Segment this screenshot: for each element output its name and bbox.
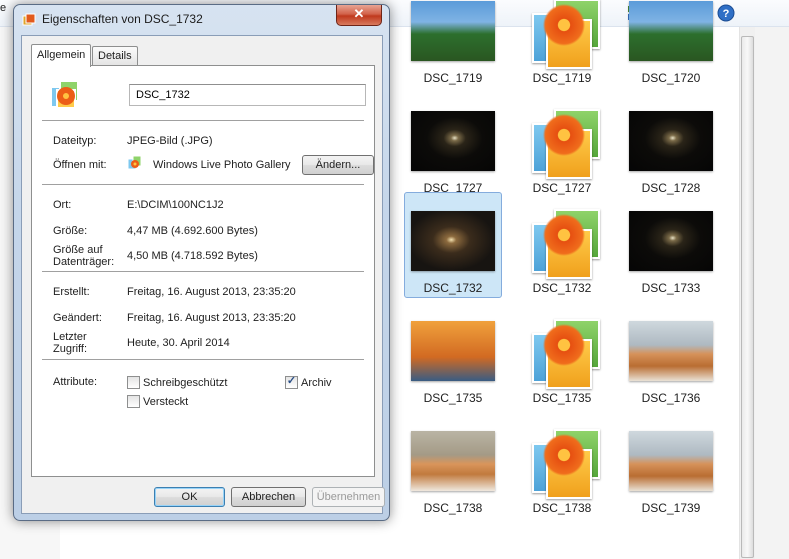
location-value: E:\DCIM\100NC1J2	[127, 199, 224, 211]
file-thumbnail	[629, 211, 713, 271]
check-icon: ✓	[286, 375, 297, 387]
photo-file-icon	[22, 13, 36, 26]
last-access-label-line1: Letzter	[53, 331, 87, 343]
separator	[42, 359, 364, 360]
archive-label: Archiv	[301, 377, 332, 389]
file-label: DSC_1733	[641, 281, 701, 295]
vertical-scrollbar-thumb[interactable]	[741, 36, 754, 558]
file-label: DSC_1720	[641, 71, 701, 85]
filetype-label: Dateityp:	[53, 135, 97, 147]
svg-text:?: ?	[723, 8, 730, 20]
archive-checkbox[interactable]: ✓	[285, 375, 298, 389]
file-thumbnail	[411, 1, 495, 61]
hidden-checkbox[interactable]	[127, 395, 140, 408]
photo-gallery-file-icon	[526, 0, 600, 69]
created-value: Freitag, 16. August 2013, 23:35:20	[127, 286, 296, 298]
file-item[interactable]: DSC_1738	[513, 412, 611, 518]
toolbar-text-stub: e	[0, 2, 7, 14]
file-thumbnail	[629, 1, 713, 61]
tab-details[interactable]: Details	[92, 46, 138, 66]
readonly-checkbox[interactable]	[127, 376, 140, 389]
file-item[interactable]: DSC_1728	[622, 92, 720, 198]
readonly-label: Schreibgeschützt	[143, 377, 228, 389]
location-label: Ort:	[53, 199, 72, 211]
general-tab-panel: Dateityp: JPEG-Bild (.JPG) Öffnen mit: W…	[31, 65, 375, 477]
photo-gallery-app-icon	[127, 155, 142, 170]
file-item[interactable]: DSC_1739	[622, 412, 720, 518]
file-thumbnail	[629, 431, 713, 491]
file-thumbnail	[629, 321, 713, 381]
modified-value: Freitag, 16. August 2013, 23:35:20	[127, 312, 296, 324]
attributes-label: Attribute:	[53, 376, 98, 388]
modified-label: Geändert:	[53, 312, 102, 324]
last-access-value: Heute, 30. April 2014	[127, 337, 230, 349]
properties-dialog: Eigenschaften von DSC_1732 ✕ Allgemein D…	[13, 4, 390, 521]
last-access-label-line2: Zugriff:	[53, 343, 88, 355]
file-thumbnail	[411, 211, 495, 271]
apply-button[interactable]: Übernehmen	[312, 487, 385, 507]
file-label: DSC_1719	[423, 71, 483, 85]
size-value: 4,47 MB (4.692.600 Bytes)	[127, 225, 258, 237]
file-item[interactable]: DSC_1738	[404, 412, 502, 518]
file-label: DSC_1732	[532, 281, 592, 295]
file-item[interactable]: DSC_1732	[513, 192, 611, 298]
file-label: DSC_1738	[423, 501, 483, 515]
file-thumbnail	[629, 111, 713, 171]
change-program-button[interactable]: Ändern...	[302, 155, 374, 175]
tab-allgemein[interactable]: Allgemein	[31, 44, 92, 67]
photo-gallery-file-icon	[526, 313, 600, 389]
photo-gallery-file-icon	[50, 80, 79, 109]
cancel-button[interactable]: Abbrechen	[231, 487, 306, 507]
file-label: DSC_1732	[423, 281, 483, 295]
close-icon: ✕	[353, 6, 365, 21]
size-on-disk-label-line2: Datenträger:	[53, 256, 115, 268]
file-label: DSC_1735	[423, 391, 483, 405]
separator	[42, 184, 364, 185]
file-label: DSC_1738	[532, 501, 592, 515]
file-label: DSC_1719	[532, 71, 592, 85]
file-item[interactable]: DSC_1733	[622, 192, 720, 298]
filename-input[interactable]	[129, 84, 366, 106]
file-thumbnail	[411, 111, 495, 171]
photo-gallery-file-icon	[526, 203, 600, 279]
file-item[interactable]: DSC_1735	[513, 302, 611, 408]
created-label: Erstellt:	[53, 286, 90, 298]
file-item[interactable]: DSC_1732	[404, 192, 502, 298]
size-on-disk-value: 4,50 MB (4.718.592 Bytes)	[127, 250, 258, 262]
size-label: Größe:	[53, 225, 88, 237]
size-on-disk-label-line1: Größe auf	[53, 244, 103, 256]
separator	[42, 120, 364, 121]
close-button[interactable]: ✕	[336, 5, 382, 26]
opens-with-value: Windows Live Photo Gallery	[153, 159, 291, 171]
photo-gallery-file-icon	[526, 103, 600, 179]
dialog-client-area: Allgemein Details Dateityp: JPEG-Bild (.…	[21, 35, 385, 514]
file-item[interactable]: DSC_1735	[404, 302, 502, 408]
file-item[interactable]: DSC_1719	[404, 0, 502, 88]
file-label: DSC_1739	[641, 501, 701, 515]
separator	[42, 271, 364, 272]
hidden-label: Versteckt	[143, 396, 189, 408]
file-label: DSC_1735	[532, 391, 592, 405]
file-item[interactable]: DSC_1719	[513, 0, 611, 88]
dialog-title: Eigenschaften von DSC_1732	[42, 12, 203, 26]
file-item[interactable]: DSC_1727	[513, 92, 611, 198]
file-item[interactable]: DSC_1727	[404, 92, 502, 198]
ok-button[interactable]: OK	[154, 487, 225, 507]
explorer-right-area	[755, 27, 789, 559]
file-label: DSC_1736	[641, 391, 701, 405]
file-item[interactable]: DSC_1736	[622, 302, 720, 408]
file-thumbnail	[411, 321, 495, 381]
photo-gallery-file-icon	[526, 423, 600, 499]
filetype-value: JPEG-Bild (.JPG)	[127, 135, 213, 147]
file-item[interactable]: DSC_1720	[622, 0, 720, 88]
file-thumbnail	[411, 431, 495, 491]
opens-with-label: Öffnen mit:	[53, 159, 107, 171]
